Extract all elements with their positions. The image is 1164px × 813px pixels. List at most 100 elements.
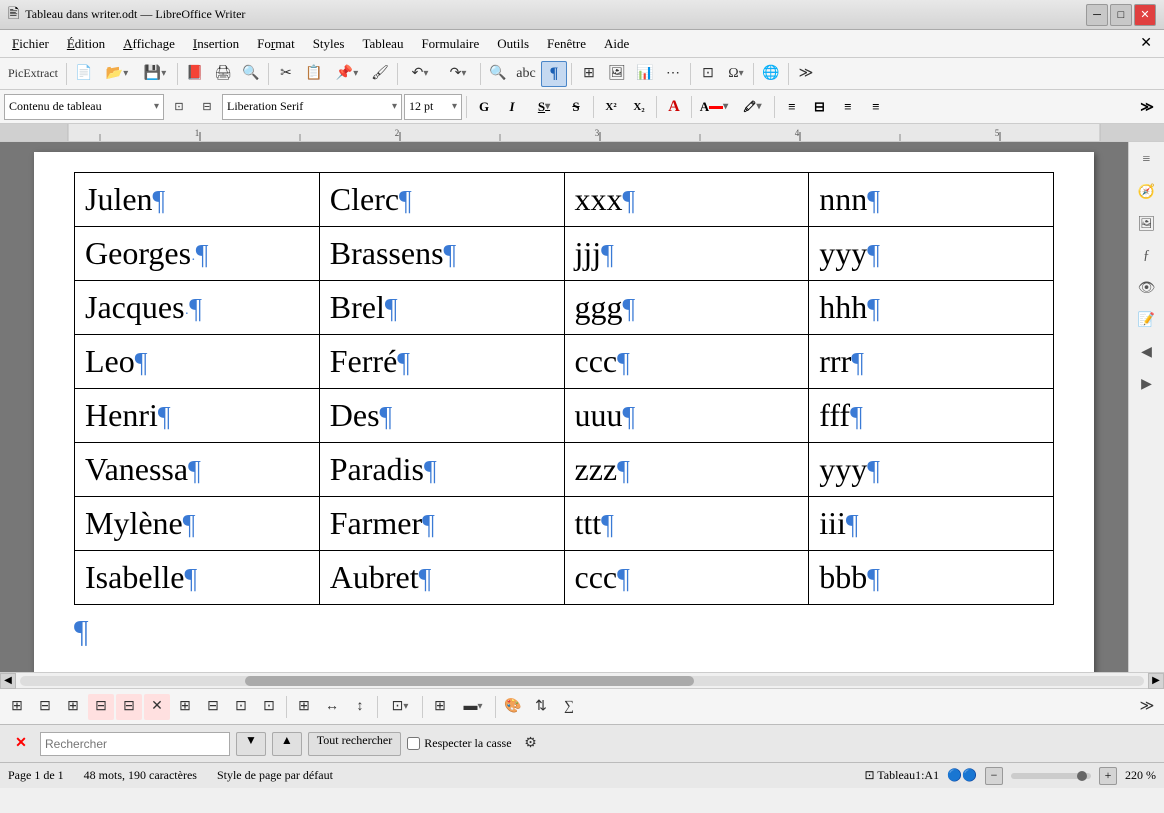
- document-area[interactable]: Julen¶Clerc¶xxx¶nnn¶Georges·¶Brassens¶jj…: [0, 142, 1128, 672]
- zoom-in[interactable]: +: [1099, 767, 1117, 785]
- sidebar-arrow2[interactable]: ▶: [1133, 370, 1161, 398]
- tt-borders[interactable]: ⊞: [427, 694, 453, 720]
- menu-tableau[interactable]: Tableau: [354, 33, 411, 55]
- menu-insertion[interactable]: Insertion: [185, 33, 247, 55]
- table-cell[interactable]: Aubret¶: [319, 551, 564, 605]
- table-cell[interactable]: Brel¶: [319, 281, 564, 335]
- menu-edition[interactable]: Édition: [59, 33, 113, 55]
- table-cell[interactable]: ggg¶: [564, 281, 809, 335]
- insert-table[interactable]: ⊞: [576, 61, 602, 87]
- scroll-track-h[interactable]: [20, 676, 1144, 686]
- find-up-arrow[interactable]: ▲: [272, 732, 302, 756]
- table-cell[interactable]: Brassens¶: [319, 227, 564, 281]
- tt-background[interactable]: 🎨: [500, 694, 526, 720]
- find-button[interactable]: 🔍: [485, 61, 511, 87]
- tt-delete-row[interactable]: ✕: [144, 694, 170, 720]
- sidebar-arrow[interactable]: ◀: [1133, 338, 1161, 366]
- scroll-right[interactable]: ▶: [1148, 673, 1164, 689]
- sidebar-functions[interactable]: ƒ: [1133, 242, 1161, 270]
- font-color-dropdown[interactable]: A▾: [696, 94, 732, 120]
- insert-chart[interactable]: 📊: [632, 61, 658, 87]
- more-controls[interactable]: ≫: [793, 61, 819, 87]
- tt-split-merge[interactable]: ⊞: [172, 694, 198, 720]
- tt-insert-row-above[interactable]: ⊟: [88, 694, 114, 720]
- menu-fichier[interactable]: Fichier: [4, 33, 57, 55]
- table-cell[interactable]: zzz¶: [564, 443, 809, 497]
- menu-aide[interactable]: Aide: [596, 33, 637, 55]
- table-cell[interactable]: Paradis¶: [319, 443, 564, 497]
- bold-button[interactable]: G: [471, 94, 497, 120]
- strikethrough-button[interactable]: S: [563, 94, 589, 120]
- table-cell[interactable]: Isabelle¶: [75, 551, 320, 605]
- hyperlink[interactable]: 🌐: [758, 61, 784, 87]
- print-button[interactable]: 🖨: [210, 61, 236, 87]
- find-close[interactable]: ✕: [8, 731, 34, 757]
- export-pdf[interactable]: 📕: [182, 61, 208, 87]
- menu-fenetre[interactable]: Fenêtre: [539, 33, 594, 55]
- tt-col-width[interactable]: ↔: [319, 694, 345, 720]
- table-cell[interactable]: Henri¶: [75, 389, 320, 443]
- insert-field[interactable]: ⊡: [695, 61, 721, 87]
- tt-more[interactable]: ≫: [1134, 694, 1160, 720]
- font-select[interactable]: Liberation Serif ▾: [222, 94, 402, 120]
- tt-row-height[interactable]: ↕: [347, 694, 373, 720]
- align-right[interactable]: ≡: [835, 94, 861, 120]
- align-left[interactable]: ≡: [779, 94, 805, 120]
- sidebar-manage[interactable]: 📝: [1133, 306, 1161, 334]
- tt-insert-row-below[interactable]: ⊟: [116, 694, 142, 720]
- tt-split-merge2[interactable]: ⊟: [200, 694, 226, 720]
- table-cell[interactable]: Leo¶: [75, 335, 320, 389]
- paragraph-style-select[interactable]: Contenu de tableau ▾: [4, 94, 164, 120]
- open-dropdown[interactable]: 📂▾: [99, 61, 135, 87]
- table-cell[interactable]: xxx¶: [564, 173, 809, 227]
- table-cell[interactable]: yyy¶: [809, 227, 1054, 281]
- tt-insert-col-before[interactable]: ⊟: [32, 694, 58, 720]
- table-cell[interactable]: nnn¶: [809, 173, 1054, 227]
- table-cell[interactable]: fff¶: [809, 389, 1054, 443]
- highlight-dropdown[interactable]: 🖍▾: [734, 94, 770, 120]
- tt-insert-col-after[interactable]: ⊞: [60, 694, 86, 720]
- superscript-button[interactable]: X²: [598, 94, 624, 120]
- tt-more1[interactable]: ⊞: [291, 694, 317, 720]
- scroll-left[interactable]: ◀: [0, 673, 16, 689]
- tt-formula[interactable]: ∑: [556, 694, 582, 720]
- tt-sort[interactable]: ⇅: [528, 694, 554, 720]
- zoom-out[interactable]: −: [985, 767, 1003, 785]
- find-all-button[interactable]: Tout rechercher: [308, 732, 401, 756]
- style-extra-2[interactable]: ⊟: [194, 94, 220, 120]
- align-justify[interactable]: ≡: [863, 94, 889, 120]
- sidebar-navigator[interactable]: 🧭: [1133, 178, 1161, 206]
- formatting-marks[interactable]: ¶: [541, 61, 567, 87]
- save-dropdown[interactable]: 💾▾: [137, 61, 173, 87]
- table-cell[interactable]: Vanessa¶: [75, 443, 320, 497]
- new-button[interactable]: 📄: [71, 61, 97, 87]
- table-cell[interactable]: Georges·¶: [75, 227, 320, 281]
- table-cell[interactable]: iii¶: [809, 497, 1054, 551]
- tt-border-color[interactable]: ▬▾: [455, 694, 491, 720]
- insert-special[interactable]: Ω▾: [723, 61, 749, 87]
- table-cell[interactable]: ccc¶: [564, 335, 809, 389]
- document-table[interactable]: Julen¶Clerc¶xxx¶nnn¶Georges·¶Brassens¶jj…: [74, 172, 1054, 605]
- clone-format[interactable]: 🖌: [367, 61, 393, 87]
- find-input[interactable]: [40, 732, 230, 756]
- menu-format[interactable]: Format: [249, 33, 303, 55]
- table-cell[interactable]: Des¶: [319, 389, 564, 443]
- insert-image[interactable]: 🖼: [604, 61, 630, 87]
- undo-dropdown[interactable]: ↶▾: [402, 61, 438, 87]
- table-cell[interactable]: Mylène¶: [75, 497, 320, 551]
- spellcheck[interactable]: abc: [513, 61, 539, 87]
- table-cell[interactable]: yyy¶: [809, 443, 1054, 497]
- underline-dropdown[interactable]: S▾: [527, 94, 561, 120]
- font-size-select[interactable]: 12 pt ▾: [404, 94, 462, 120]
- close-document[interactable]: ✕: [1132, 32, 1160, 55]
- find-down-arrow[interactable]: ▼: [236, 732, 266, 756]
- minimize-button[interactable]: ─: [1086, 4, 1108, 26]
- table-cell[interactable]: jjj¶: [564, 227, 809, 281]
- zoom-slider[interactable]: [1011, 773, 1091, 779]
- sidebar-describe[interactable]: 👁: [1133, 274, 1161, 302]
- maximize-button[interactable]: □: [1110, 4, 1132, 26]
- tt-align-dropdown[interactable]: ⊡▾: [382, 694, 418, 720]
- tt-optimize[interactable]: ⊡: [228, 694, 254, 720]
- close-button[interactable]: ✕: [1134, 4, 1156, 26]
- sidebar-styles[interactable]: ≡: [1133, 146, 1161, 174]
